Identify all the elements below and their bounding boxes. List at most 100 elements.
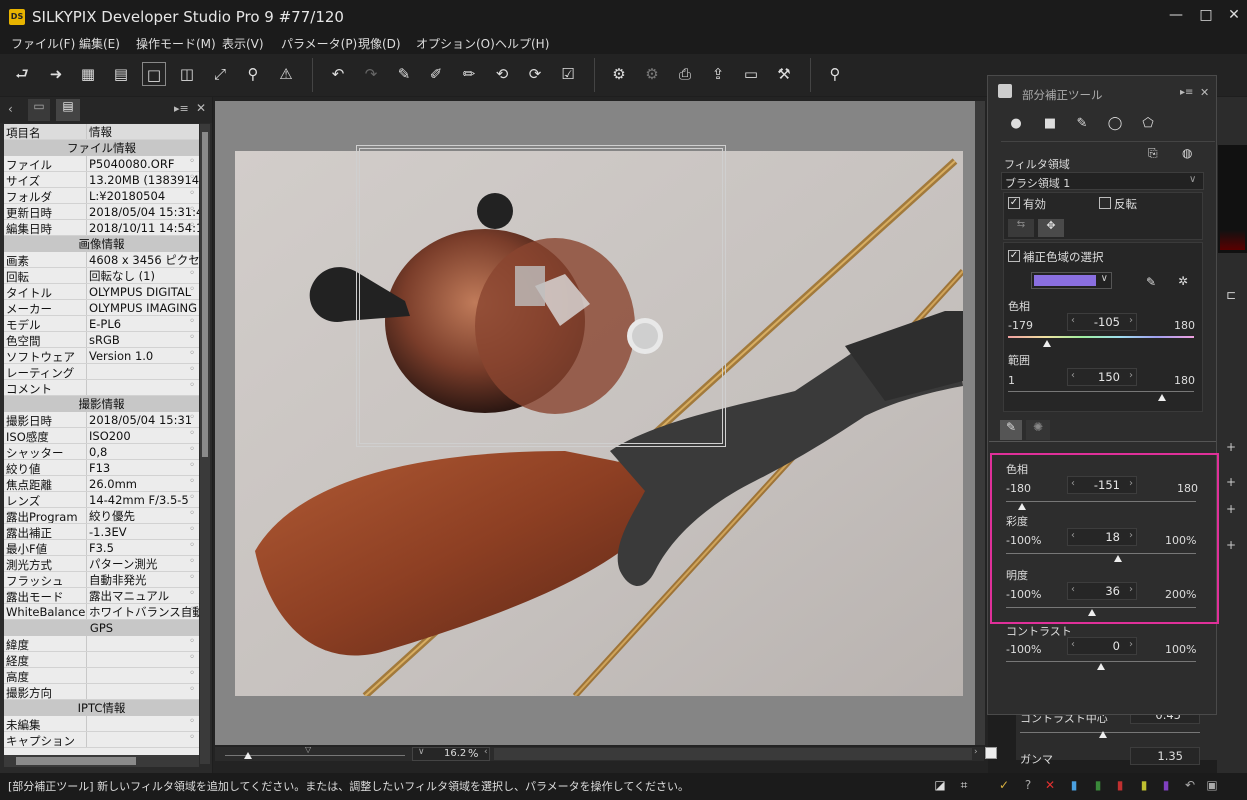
rect-gradient-icon[interactable]: ■ (1041, 116, 1059, 132)
tag-red-icon[interactable]: ▮ (1112, 777, 1128, 793)
undo-mark-icon[interactable]: ↶ (1182, 777, 1198, 793)
add-icon[interactable]: + (1226, 475, 1236, 489)
mask-edit-icon[interactable]: ✥ (1038, 219, 1064, 237)
contrast-thumb[interactable] (1097, 663, 1105, 670)
info-row[interactable]: 色空間 sRGB ◦ (4, 332, 199, 348)
brush-icon[interactable]: ✏ (457, 62, 481, 86)
panel-close-icon[interactable]: ✕ (196, 101, 206, 115)
info-row[interactable]: 最小F値 F3.5 ◦ (4, 540, 199, 556)
copy-filter-icon[interactable]: ⎘ (1148, 146, 1158, 161)
info-row[interactable]: レンズ 14-42mm F/3.5-5 ◦ (4, 492, 199, 508)
info-row[interactable]: 未編集 ◦ (4, 716, 199, 732)
info-row[interactable]: 焦点距離 26.0mm ◦ (4, 476, 199, 492)
ok-mark-icon[interactable]: ✓ (996, 777, 1012, 793)
info-row[interactable]: フラッシュ 自動非発光 ◦ (4, 572, 199, 588)
single-view-icon[interactable]: □ (142, 62, 166, 86)
navigator-icon[interactable] (985, 747, 997, 759)
hue-track[interactable] (1008, 336, 1194, 338)
hold-mark-icon[interactable]: ? (1020, 777, 1036, 793)
monitor-icon[interactable]: ▭ (739, 62, 763, 86)
info-row[interactable]: 露出Program 絞り優先 ◦ (4, 508, 199, 524)
info-row[interactable]: ファイル P5040080.ORF ◦ (4, 156, 199, 172)
chevron-down-icon[interactable]: ∨ (1189, 174, 1196, 185)
gamma-stepper[interactable]: 1.35 (1130, 747, 1200, 765)
info-row[interactable]: 撮影日時 2018/05/04 15:31 ◦ (4, 412, 199, 428)
add-icon[interactable]: + (1226, 538, 1236, 552)
info-row[interactable]: フォルダ L:¥20180504 ◦ (4, 188, 199, 204)
hue-stepper[interactable]: ‹ -105 › (1067, 313, 1137, 331)
undo-icon[interactable]: ↶ (326, 62, 350, 86)
tag-purple-icon[interactable]: ▮ (1158, 777, 1174, 793)
sort-icon[interactable]: ◪ (932, 777, 948, 793)
ellipse-tool-icon[interactable]: ◯ (1106, 116, 1124, 132)
contrast-stepper[interactable]: ‹ 0 › (1067, 637, 1137, 655)
info-hscrollbar[interactable] (4, 755, 199, 767)
close-button[interactable]: ✕ (1219, 4, 1247, 26)
info-row[interactable]: 露出モード 露出マニュアル ◦ (4, 588, 199, 604)
info-row[interactable]: レーティング ◦ (4, 364, 199, 380)
develop-icon[interactable]: ⚙ (607, 62, 631, 86)
menu-view[interactable]: 表示(V) (222, 35, 264, 52)
export-icon[interactable]: ⇪ (706, 62, 730, 86)
menu-develop[interactable]: 現像(D) (358, 35, 401, 52)
search-settings-icon[interactable]: ⚲ (823, 62, 847, 86)
thumbnail-grid-icon[interactable]: ▦ (76, 62, 100, 86)
prev-image-icon[interactable]: ⮐ (10, 62, 34, 86)
minimize-button[interactable]: — (1161, 4, 1191, 26)
circle-gradient-icon[interactable]: ● (1007, 116, 1025, 132)
reject-mark-icon[interactable]: ✕ (1042, 777, 1058, 793)
info-section-header[interactable]: IPTC情報 (4, 700, 199, 716)
tag-yellow-icon[interactable]: ▮ (1136, 777, 1152, 793)
redo-icon[interactable]: ↷ (359, 62, 383, 86)
info-section-header[interactable]: ファイル情報 (4, 140, 199, 156)
dropper-icon[interactable]: ✐ (424, 62, 448, 86)
zoom-slider-thumb[interactable] (244, 752, 252, 759)
info-row[interactable]: ISO感度 ISO200 ◦ (4, 428, 199, 444)
folder-tab-icon[interactable]: ▭ (28, 99, 50, 121)
menu-file[interactable]: ファイル(F) (11, 35, 75, 52)
hammer-icon[interactable]: ⚒ (772, 62, 796, 86)
tag-blue-icon[interactable]: ▮ (1066, 777, 1082, 793)
menu-edit[interactable]: 編集(E) (79, 35, 120, 52)
chevron-left-icon[interactable]: ‹ (8, 102, 13, 116)
delete-filter-icon[interactable]: ◍ (1182, 146, 1192, 160)
tag-green-icon[interactable]: ▮ (1090, 777, 1106, 793)
brush-tool-icon[interactable]: ✎ (1073, 116, 1091, 132)
info-section-header[interactable]: 画像情報 (4, 236, 199, 252)
wand-icon[interactable]: ✎ (392, 62, 416, 86)
info-row[interactable]: 経度 ◦ (4, 652, 199, 668)
contrast-center-thumb[interactable] (1099, 731, 1107, 738)
invert-checkbox[interactable] (1099, 197, 1111, 209)
lock-icon[interactable]: ▣ (1204, 777, 1220, 793)
color-reset-icon[interactable]: ✲ (1178, 274, 1188, 288)
scroll-right-icon[interactable]: › (974, 747, 978, 757)
enabled-checkbox[interactable]: ✓ (1008, 197, 1020, 209)
panel-close-icon[interactable]: ✕ (1200, 86, 1209, 99)
info-row[interactable]: モデル E-PL6 ◦ (4, 316, 199, 332)
zoom-dropdown-icon[interactable]: ∨ (418, 747, 425, 757)
info-row[interactable]: 露出補正 -1.3EV ◦ (4, 524, 199, 540)
crop-icon[interactable]: ⌗ (956, 777, 972, 793)
info-row[interactable]: 撮影方向 ◦ (4, 684, 199, 700)
polygon-tool-icon[interactable]: ⬠ (1139, 116, 1157, 132)
add-icon[interactable]: + (1226, 502, 1236, 516)
adjust-tab-icon[interactable]: ✎ (1000, 420, 1022, 440)
rotate-right-icon[interactable]: ⟳ (523, 62, 547, 86)
preview-vscrollbar[interactable] (975, 101, 985, 745)
info-row[interactable]: キャプション ◦ (4, 732, 199, 748)
color-picker-icon[interactable]: ✎ (1146, 275, 1156, 289)
info-row[interactable]: 編集日時 2018/10/11 14:54:1 ◦ (4, 220, 199, 236)
menu-mode[interactable]: 操作モード(M) (136, 35, 216, 52)
light-tab-icon[interactable]: ✺ (1026, 420, 1050, 440)
info-row[interactable]: 高度 ◦ (4, 668, 199, 684)
info-row[interactable]: 測光方式 パターン測光 ◦ (4, 556, 199, 572)
batch-develop-icon[interactable]: ⚙ (640, 62, 664, 86)
info-row[interactable]: タイトル OLYMPUS DIGITAL ◦ (4, 284, 199, 300)
contrast-center-track[interactable] (1020, 732, 1200, 733)
range-stepper[interactable]: ‹ 150 › (1067, 368, 1137, 386)
info-row[interactable]: 更新日時 2018/05/04 15:31:4 ◦ (4, 204, 199, 220)
hue-thumb[interactable] (1043, 340, 1051, 347)
info-row[interactable]: 画素4608 x 3456 ピクセル◦ (4, 252, 199, 268)
panel-menu-icon[interactable]: ▸≡ (174, 102, 189, 115)
menu-help[interactable]: ヘルプ(H) (495, 35, 549, 52)
